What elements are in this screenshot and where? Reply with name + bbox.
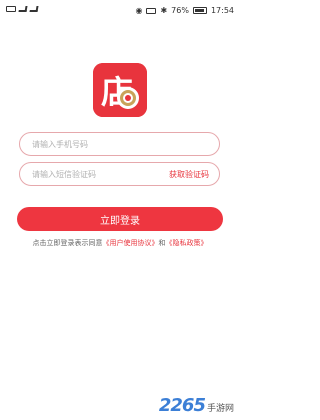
- agreement-prefix: 点击立即登录表示同意: [32, 239, 103, 247]
- battery-icon: [192, 7, 207, 14]
- get-code-button[interactable]: 获取验证码: [169, 169, 209, 180]
- app-logo: 店: [93, 63, 147, 117]
- agreement-text: 点击立即登录表示同意《用户使用协议》和《隐私政策》: [0, 238, 240, 248]
- privacy-policy-link[interactable]: 《隐私政策》: [166, 239, 208, 247]
- nfc-icon: ◉: [135, 6, 143, 15]
- watermark-suffix: 手游网: [206, 404, 234, 414]
- status-right: ◉ ✱ 76% 17:54: [135, 6, 234, 15]
- phone-input[interactable]: [32, 136, 152, 152]
- battery-percent: 76%: [171, 6, 189, 15]
- vibrate-icon: [146, 7, 157, 14]
- status-bar: ◉ ✱ 76% 17:54: [0, 0, 240, 22]
- signal-icon: [18, 6, 28, 12]
- watermark: 2265 手游网: [159, 395, 234, 416]
- agreement-connector: 和: [158, 239, 166, 247]
- login-button[interactable]: 立即登录: [17, 207, 223, 231]
- sim-icon: [6, 6, 16, 12]
- phone-field[interactable]: [19, 132, 220, 156]
- status-left: [6, 6, 39, 12]
- wifi-icon: [29, 6, 39, 12]
- code-field[interactable]: 获取验证码: [19, 162, 220, 186]
- code-input[interactable]: [32, 166, 152, 182]
- bluetooth-icon: ✱: [160, 6, 168, 15]
- watermark-number: 2265: [158, 395, 206, 416]
- clock: 17:54: [210, 6, 234, 15]
- user-agreement-link[interactable]: 《用户使用协议》: [103, 239, 159, 247]
